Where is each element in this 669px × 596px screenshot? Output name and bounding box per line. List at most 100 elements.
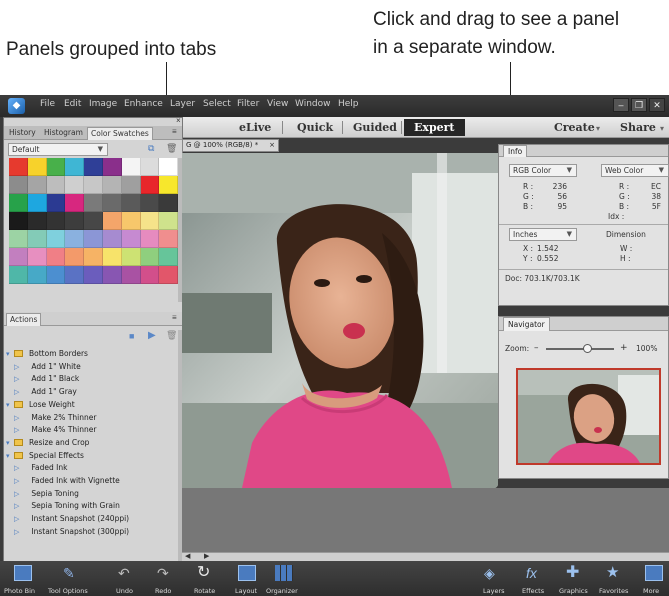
panel-menu-icon[interactable]: ≡ bbox=[172, 313, 177, 322]
color-swatch[interactable] bbox=[9, 266, 28, 284]
redo-icon[interactable]: ↷ bbox=[157, 565, 175, 581]
expand-triangle-icon[interactable]: ▾ bbox=[6, 348, 12, 360]
layout-icon[interactable] bbox=[238, 565, 256, 581]
action-play-icon[interactable]: ▷ bbox=[14, 475, 19, 487]
more-icon[interactable] bbox=[645, 565, 663, 581]
color-swatch[interactable] bbox=[159, 266, 179, 284]
menu-layer[interactable]: Layer bbox=[170, 99, 195, 109]
action-play-icon[interactable]: ▷ bbox=[14, 488, 19, 500]
action-item[interactable]: ▷ Instant Snapshot (240ppi) bbox=[6, 513, 129, 525]
mode-guided[interactable]: Guided bbox=[353, 121, 397, 134]
color-swatch[interactable] bbox=[65, 158, 85, 176]
color-swatch[interactable] bbox=[121, 266, 141, 284]
color-swatch[interactable] bbox=[140, 266, 160, 284]
new-swatch-icon[interactable]: ⧉ bbox=[148, 143, 154, 154]
trash-icon[interactable]: 🗑 bbox=[166, 330, 177, 341]
action-play-icon[interactable]: ▷ bbox=[14, 386, 19, 398]
color-swatch[interactable] bbox=[65, 266, 85, 284]
expand-triangle-icon[interactable]: ▾ bbox=[6, 399, 12, 411]
color-swatch[interactable] bbox=[84, 266, 103, 284]
color-swatch[interactable] bbox=[27, 176, 47, 194]
color-swatch[interactable] bbox=[84, 230, 103, 248]
color-swatch[interactable] bbox=[84, 248, 103, 266]
scroll-right-icon[interactable]: ▶ bbox=[204, 552, 209, 560]
color-swatch[interactable] bbox=[9, 176, 28, 194]
color-swatch[interactable] bbox=[9, 230, 28, 248]
color-swatch[interactable] bbox=[9, 212, 28, 230]
color-swatch[interactable] bbox=[121, 230, 141, 248]
color-swatch[interactable] bbox=[102, 248, 122, 266]
layers-icon[interactable]: ◈ bbox=[484, 565, 502, 581]
color-swatch[interactable] bbox=[102, 230, 122, 248]
color-swatch[interactable] bbox=[121, 158, 141, 176]
rotate-label[interactable]: Rotate bbox=[194, 587, 215, 595]
action-play-icon[interactable]: ▷ bbox=[14, 412, 19, 424]
color-swatch[interactable] bbox=[140, 212, 160, 230]
color-swatch[interactable] bbox=[27, 158, 47, 176]
color-swatch[interactable] bbox=[27, 194, 47, 212]
action-folder[interactable]: ▾ Special Effects bbox=[6, 450, 84, 462]
color-swatch[interactable] bbox=[102, 176, 122, 194]
tool-options-icon[interactable]: ✎ bbox=[63, 565, 81, 581]
menu-help[interactable]: Help bbox=[338, 99, 359, 109]
redo-label[interactable]: Redo bbox=[155, 587, 171, 595]
undo-label[interactable]: Undo bbox=[116, 587, 133, 595]
zoom-slider-thumb[interactable] bbox=[582, 344, 592, 353]
expand-triangle-icon[interactable]: ▾ bbox=[6, 450, 12, 462]
minimize-icon[interactable]: – bbox=[613, 98, 629, 112]
favorites-label[interactable]: Favorites bbox=[599, 587, 628, 595]
action-item[interactable]: ▷ Add 1" White bbox=[6, 361, 81, 373]
trash-icon[interactable]: 🗑 bbox=[166, 143, 177, 154]
action-item[interactable]: ▷ Add 1" Black bbox=[6, 373, 79, 385]
color-swatch[interactable] bbox=[159, 212, 179, 230]
color-swatch[interactable] bbox=[46, 212, 66, 230]
action-item[interactable]: ▷ Add 1" Gray bbox=[6, 386, 77, 398]
effects-label[interactable]: Effects bbox=[522, 587, 544, 595]
action-play-icon[interactable]: ▷ bbox=[14, 373, 19, 385]
color-swatch[interactable] bbox=[9, 158, 28, 176]
units-select[interactable]: Inches ▼ bbox=[509, 228, 577, 241]
color-swatch[interactable] bbox=[102, 194, 122, 212]
color-swatch[interactable] bbox=[84, 212, 103, 230]
navigator-thumbnail[interactable] bbox=[516, 368, 661, 465]
color-swatch[interactable] bbox=[159, 248, 179, 266]
image-canvas[interactable] bbox=[182, 153, 498, 488]
color-swatch[interactable] bbox=[84, 194, 103, 212]
action-folder[interactable]: ▾ Resize and Crop bbox=[6, 437, 89, 449]
action-item[interactable]: ▷ Instant Snapshot (300ppi) bbox=[6, 526, 129, 538]
info-mode-left-select[interactable]: RGB Color ▼ bbox=[509, 164, 577, 177]
color-swatch[interactable] bbox=[27, 266, 47, 284]
share-button[interactable]: Share bbox=[620, 121, 656, 134]
color-swatch[interactable] bbox=[121, 212, 141, 230]
organizer-label[interactable]: Organizer bbox=[266, 587, 298, 595]
tab-info[interactable]: Info bbox=[503, 145, 528, 157]
graphics-icon[interactable]: ✚ bbox=[566, 565, 584, 581]
layers-label[interactable]: Layers bbox=[483, 587, 505, 595]
tab-navigator[interactable]: Navigator bbox=[503, 317, 550, 331]
color-swatch[interactable] bbox=[102, 158, 122, 176]
color-swatch[interactable] bbox=[9, 248, 28, 266]
action-stop-icon[interactable]: ■ bbox=[129, 331, 134, 341]
favorites-icon[interactable]: ★ bbox=[606, 565, 624, 581]
color-swatch[interactable] bbox=[27, 212, 47, 230]
action-item[interactable]: ▷ Sepia Toning with Grain bbox=[6, 500, 120, 512]
color-swatch[interactable] bbox=[159, 158, 179, 176]
color-swatch[interactable] bbox=[65, 176, 85, 194]
color-swatch[interactable] bbox=[102, 212, 122, 230]
more-label[interactable]: More bbox=[643, 587, 659, 595]
menu-edit[interactable]: Edit bbox=[64, 99, 81, 109]
color-swatch[interactable] bbox=[65, 212, 85, 230]
tab-histogram[interactable]: Histogram bbox=[41, 127, 86, 140]
tab-history[interactable]: History bbox=[6, 127, 39, 140]
action-play-icon[interactable]: ▷ bbox=[14, 361, 19, 373]
mode-quick[interactable]: Quick bbox=[297, 121, 333, 134]
photo-bin-icon[interactable] bbox=[14, 565, 32, 581]
swatch-set-select[interactable]: Default ▼ bbox=[8, 143, 108, 156]
menu-file[interactable]: File bbox=[40, 99, 55, 109]
color-swatch[interactable] bbox=[84, 158, 103, 176]
menu-window[interactable]: Window bbox=[295, 99, 331, 109]
color-swatch[interactable] bbox=[140, 230, 160, 248]
color-swatch[interactable] bbox=[159, 176, 179, 194]
zoom-out-icon[interactable]: – bbox=[534, 343, 539, 353]
undo-icon[interactable]: ↶ bbox=[118, 565, 136, 581]
